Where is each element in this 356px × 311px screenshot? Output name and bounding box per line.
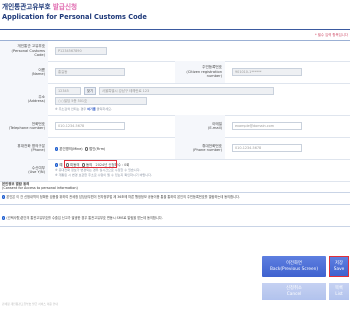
sms-highlight-box xyxy=(64,160,117,168)
reg-number-field[interactable]: 901010-1****** xyxy=(232,68,302,76)
row-sms: 수신여부 (Use Y/N) 예 미동의 동의 2024년 신청확수 : 0회 ※… xyxy=(0,159,350,182)
row-phone: 전화번호 (Telephone number) 010-1234-5678 이메일… xyxy=(0,115,350,138)
sms-yes-radio[interactable] xyxy=(55,163,59,167)
row-customs-code: 개인통관 고유부호 (Personal Customs Code) P123456… xyxy=(0,41,350,62)
address-note: ※ 주소검색 안되는 경우 여기를 클릭하세요. xyxy=(55,107,112,111)
consent-2-checkbox[interactable] xyxy=(2,216,6,220)
back-button[interactable]: 이전화면 Back(Previous Screen) xyxy=(262,256,326,277)
customs-code-label: 개인통관 고유부호 (Personal Customs Code) xyxy=(0,41,48,61)
reg-number-label: 주민등록번호 (Citizen registration number) xyxy=(175,61,225,83)
application-form: 개인통관 고유부호 (Personal Customs Code) P123456… xyxy=(0,40,350,182)
phone-field[interactable]: 010-1234-5678 xyxy=(55,122,125,130)
list-button[interactable]: 목록 List xyxy=(329,283,349,300)
mobile-type-options: 본인명의(Mine) 법인(Firm) xyxy=(55,146,105,151)
title-divider xyxy=(0,29,350,30)
address-line1-field[interactable]: 서울특별시 강남구 테헤란로 123 xyxy=(99,87,274,95)
consent-divider-mid xyxy=(0,204,350,205)
name-field[interactable]: 홍길동 xyxy=(55,68,125,76)
consent-item-1: 본인은 이 건 신청내역의 정확한 검증을 위하여 관세청 담당공무원이 전자정… xyxy=(2,195,240,199)
address-label: 주소 (Address) xyxy=(0,83,48,115)
mobile-own-radio[interactable] xyxy=(55,147,59,151)
mobile-label: 휴대전화번호 (Phone number) xyxy=(175,137,225,159)
footer-note: 관세청 개인통관고유부호 발급 서비스 이용 안내 xyxy=(2,302,58,306)
cancel-button[interactable]: 신청취소 Cancel xyxy=(262,283,326,300)
sms-label: 수신여부 (Use Y/N) xyxy=(0,159,48,181)
consent-divider-bottom xyxy=(0,226,350,227)
mobile-type-label: 휴대전화 명의구분 (Phone) xyxy=(0,137,48,159)
sms-note-1: ※ 휴대전화 정보가 변경되는 경우 실시간으로 수정할 수 있습니다. xyxy=(55,168,141,172)
address-line2-field[interactable]: ○○빌딩 5층 501호 xyxy=(55,97,147,105)
row-address: 주소 (Address) 12345 찾기 서울특별시 강남구 테헤란로 123 … xyxy=(0,83,350,116)
row-name: 이름 (Name) 홍길동 주민등록번호 (Citizen registration… xyxy=(0,61,350,84)
address-search-button[interactable]: 찾기 xyxy=(84,87,96,95)
phone-label: 전화번호 (Telephone number) xyxy=(0,115,48,137)
sms-note-2: ※ 개통된 시 변경 보관한 주소로 수령이 될 수 있는지 확인하시기 바랍니… xyxy=(55,173,152,177)
consent-divider-top xyxy=(0,192,350,193)
consent-1-checkbox[interactable] xyxy=(2,195,6,199)
email-label: 이메일 (E-mail) xyxy=(175,115,225,137)
consent-heading: 본인정보 열람 동의 (Consent for Access to person… xyxy=(2,182,78,191)
consent-item-2: (선택사항)본인의 통관고유부호를 수출입 신고가 발생한 경우 통관고유부호 … xyxy=(2,216,163,220)
email-field[interactable]: example@domain.com xyxy=(232,122,302,130)
mobile-firm-radio[interactable] xyxy=(84,147,89,151)
name-label: 이름 (Name) xyxy=(0,61,48,83)
required-note: * 필수 입력 항목입니다 xyxy=(314,33,348,37)
row-mobile: 휴대전화 명의구분 (Phone) 본인명의(Mine) 법인(Firm) 휴대전… xyxy=(0,137,350,160)
page-title: 개인통관고유부호 발급신청 xyxy=(2,3,78,11)
customs-code-field[interactable]: P1234567890 xyxy=(55,47,107,55)
mobile-field[interactable]: 010-1234-5678 xyxy=(232,144,302,152)
address-help-link[interactable]: 여기를 xyxy=(87,107,96,111)
save-button[interactable]: 저장 Save xyxy=(329,256,349,277)
zip-field[interactable]: 12345 xyxy=(55,87,81,95)
page-subtitle: Application for Personal Customs Code xyxy=(2,13,147,21)
